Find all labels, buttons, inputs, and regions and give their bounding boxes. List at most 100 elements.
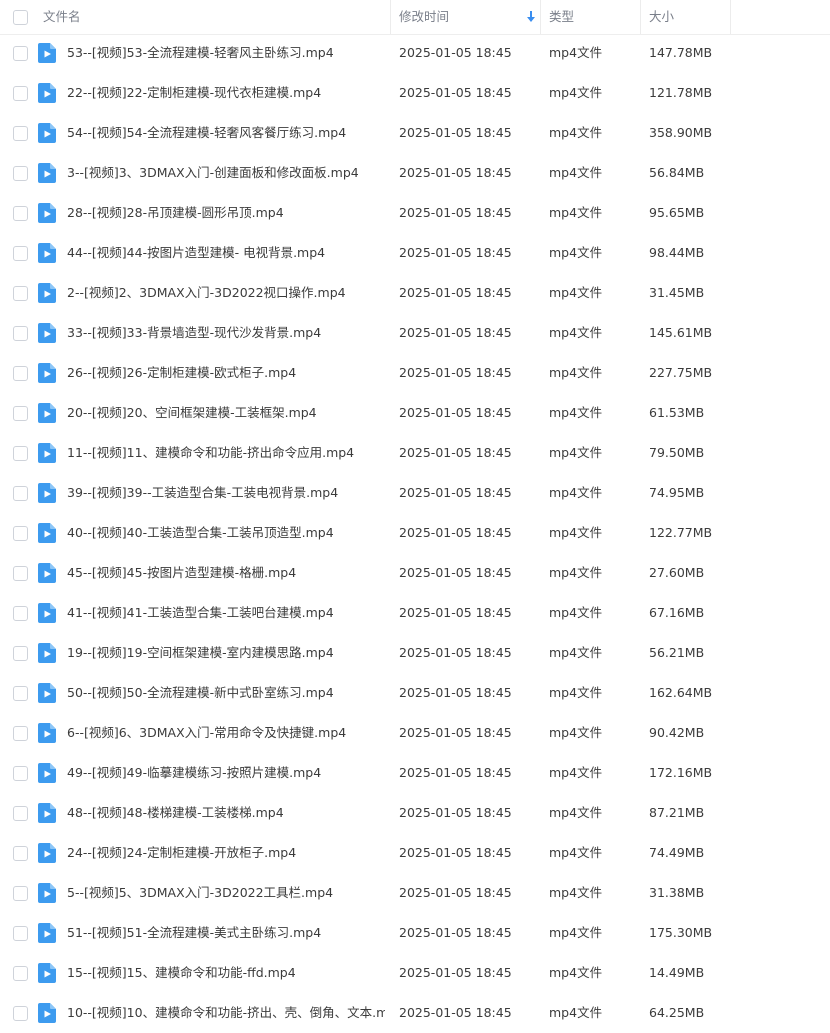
file-row[interactable]: 24--[视频]24-定制柜建模-开放柜子.mp4 2025-01-05 18:4… bbox=[0, 833, 830, 873]
file-row[interactable]: 2--[视频]2、3DMAX入门-3D2022视口操作.mp4 2025-01-0… bbox=[0, 273, 830, 313]
file-row[interactable]: 39--[视频]39--工装造型合集-工装电视背景.mp4 2025-01-05 … bbox=[0, 473, 830, 513]
file-name[interactable]: 10--[视频]10、建模命令和功能-挤出、壳、倒角、文本.m bbox=[67, 993, 385, 1033]
file-row[interactable]: 28--[视频]28-吊顶建模-圆形吊顶.mp4 2025-01-05 18:45… bbox=[0, 193, 830, 233]
row-checkbox[interactable] bbox=[13, 366, 28, 381]
file-name[interactable]: 39--[视频]39--工装造型合集-工装电视背景.mp4 bbox=[67, 473, 385, 513]
file-type: mp4文件 bbox=[549, 605, 603, 620]
file-modified-time: 2025-01-05 18:45 bbox=[399, 925, 512, 940]
file-row[interactable]: 50--[视频]50-全流程建模-新中式卧室练习.mp4 2025-01-05 1… bbox=[0, 673, 830, 713]
file-row[interactable]: 22--[视频]22-定制柜建模-现代衣柜建模.mp4 2025-01-05 18… bbox=[0, 73, 830, 113]
row-checkbox[interactable] bbox=[13, 646, 28, 661]
file-row[interactable]: 51--[视频]51-全流程建模-美式主卧练习.mp4 2025-01-05 18… bbox=[0, 913, 830, 953]
file-name[interactable]: 53--[视频]53-全流程建模-轻奢风主卧练习.mp4 bbox=[67, 33, 385, 73]
file-modified-time: 2025-01-05 18:45 bbox=[399, 725, 512, 740]
file-name[interactable]: 50--[视频]50-全流程建模-新中式卧室练习.mp4 bbox=[67, 673, 385, 713]
row-checkbox[interactable] bbox=[13, 486, 28, 501]
file-row[interactable]: 48--[视频]48-楼梯建模-工装楼梯.mp4 2025-01-05 18:45… bbox=[0, 793, 830, 833]
file-modified-time: 2025-01-05 18:45 bbox=[399, 845, 512, 860]
file-name[interactable]: 51--[视频]51-全流程建模-美式主卧练习.mp4 bbox=[67, 913, 385, 953]
file-name[interactable]: 54--[视频]54-全流程建模-轻奢风客餐厅练习.mp4 bbox=[67, 113, 385, 153]
row-checkbox[interactable] bbox=[13, 206, 28, 221]
file-row[interactable]: 3--[视频]3、3DMAX入门-创建面板和修改面板.mp4 2025-01-05… bbox=[0, 153, 830, 193]
row-checkbox[interactable] bbox=[13, 806, 28, 821]
column-header-size[interactable]: 大小 bbox=[649, 0, 674, 34]
video-file-icon bbox=[38, 163, 56, 183]
file-row[interactable]: 54--[视频]54-全流程建模-轻奢风客餐厅练习.mp4 2025-01-05 … bbox=[0, 113, 830, 153]
row-checkbox[interactable] bbox=[13, 126, 28, 141]
file-modified-time: 2025-01-05 18:45 bbox=[399, 525, 512, 540]
row-checkbox[interactable] bbox=[13, 686, 28, 701]
file-name[interactable]: 15--[视频]15、建模命令和功能-ffd.mp4 bbox=[67, 953, 385, 993]
file-name[interactable]: 48--[视频]48-楼梯建模-工装楼梯.mp4 bbox=[67, 793, 385, 833]
row-checkbox[interactable] bbox=[13, 846, 28, 861]
file-row[interactable]: 10--[视频]10、建模命令和功能-挤出、壳、倒角、文本.m 2025-01-0… bbox=[0, 993, 830, 1033]
file-name[interactable]: 3--[视频]3、3DMAX入门-创建面板和修改面板.mp4 bbox=[67, 153, 385, 193]
file-row[interactable]: 49--[视频]49-临摹建模练习-按照片建模.mp4 2025-01-05 18… bbox=[0, 753, 830, 793]
file-row[interactable]: 19--[视频]19-空间框架建模-室内建模思路.mp4 2025-01-05 1… bbox=[0, 633, 830, 673]
file-name[interactable]: 26--[视频]26-定制柜建模-欧式柜子.mp4 bbox=[67, 353, 385, 393]
row-checkbox[interactable] bbox=[13, 726, 28, 741]
row-checkbox[interactable] bbox=[13, 766, 28, 781]
file-name[interactable]: 41--[视频]41-工装造型合集-工装吧台建模.mp4 bbox=[67, 593, 385, 633]
file-row[interactable]: 33--[视频]33-背景墙造型-现代沙发背景.mp4 2025-01-05 18… bbox=[0, 313, 830, 353]
row-checkbox[interactable] bbox=[13, 446, 28, 461]
row-checkbox[interactable] bbox=[13, 326, 28, 341]
row-checkbox[interactable] bbox=[13, 1006, 28, 1021]
file-row[interactable]: 5--[视频]5、3DMAX入门-3D2022工具栏.mp4 2025-01-05… bbox=[0, 873, 830, 913]
row-checkbox[interactable] bbox=[13, 526, 28, 541]
file-name[interactable]: 33--[视频]33-背景墙造型-现代沙发背景.mp4 bbox=[67, 313, 385, 353]
file-name[interactable]: 22--[视频]22-定制柜建模-现代衣柜建模.mp4 bbox=[67, 73, 385, 113]
row-checkbox[interactable] bbox=[13, 606, 28, 621]
file-size: 95.65MB bbox=[649, 205, 705, 220]
file-size: 87.21MB bbox=[649, 805, 705, 820]
file-row[interactable]: 20--[视频]20、空间框架建模-工装框架.mp4 2025-01-05 18:… bbox=[0, 393, 830, 433]
file-name[interactable]: 19--[视频]19-空间框架建模-室内建模思路.mp4 bbox=[67, 633, 385, 673]
file-size: 227.75MB bbox=[649, 365, 713, 380]
file-row[interactable]: 26--[视频]26-定制柜建模-欧式柜子.mp4 2025-01-05 18:4… bbox=[0, 353, 830, 393]
file-modified-time: 2025-01-05 18:45 bbox=[399, 445, 512, 460]
file-name[interactable]: 11--[视频]11、建模命令和功能-挤出命令应用.mp4 bbox=[67, 433, 385, 473]
column-divider[interactable] bbox=[540, 0, 541, 34]
row-checkbox[interactable] bbox=[13, 926, 28, 941]
file-name[interactable]: 24--[视频]24-定制柜建模-开放柜子.mp4 bbox=[67, 833, 385, 873]
row-checkbox[interactable] bbox=[13, 46, 28, 61]
file-row[interactable]: 40--[视频]40-工装造型合集-工装吊顶造型.mp4 2025-01-05 1… bbox=[0, 513, 830, 553]
file-name[interactable]: 28--[视频]28-吊顶建模-圆形吊顶.mp4 bbox=[67, 193, 385, 233]
file-row[interactable]: 44--[视频]44-按图片造型建模- 电视背景.mp4 2025-01-05 1… bbox=[0, 233, 830, 273]
column-divider[interactable] bbox=[640, 0, 641, 34]
column-header-type[interactable]: 类型 bbox=[549, 0, 574, 34]
column-divider[interactable] bbox=[730, 0, 731, 34]
file-name[interactable]: 49--[视频]49-临摹建模练习-按照片建模.mp4 bbox=[67, 753, 385, 793]
file-name[interactable]: 20--[视频]20、空间框架建模-工装框架.mp4 bbox=[67, 393, 385, 433]
row-checkbox[interactable] bbox=[13, 286, 28, 301]
video-file-icon bbox=[38, 323, 56, 343]
file-name[interactable]: 40--[视频]40-工装造型合集-工装吊顶造型.mp4 bbox=[67, 513, 385, 553]
file-name[interactable]: 44--[视频]44-按图片造型建模- 电视背景.mp4 bbox=[67, 233, 385, 273]
file-name[interactable]: 5--[视频]5、3DMAX入门-3D2022工具栏.mp4 bbox=[67, 873, 385, 913]
row-checkbox[interactable] bbox=[13, 406, 28, 421]
file-row[interactable]: 53--[视频]53-全流程建模-轻奢风主卧练习.mp4 2025-01-05 1… bbox=[0, 33, 830, 73]
sort-down-arrow-icon[interactable] bbox=[526, 11, 536, 23]
file-row[interactable]: 6--[视频]6、3DMAX入门-常用命令及快捷键.mp4 2025-01-05 … bbox=[0, 713, 830, 753]
file-size: 56.84MB bbox=[649, 165, 705, 180]
row-checkbox[interactable] bbox=[13, 166, 28, 181]
file-row[interactable]: 15--[视频]15、建模命令和功能-ffd.mp4 2025-01-05 18:… bbox=[0, 953, 830, 993]
row-checkbox[interactable] bbox=[13, 566, 28, 581]
file-row[interactable]: 11--[视频]11、建模命令和功能-挤出命令应用.mp4 2025-01-05 … bbox=[0, 433, 830, 473]
file-modified-time: 2025-01-05 18:45 bbox=[399, 885, 512, 900]
select-all-checkbox[interactable] bbox=[13, 10, 28, 25]
file-size: 67.16MB bbox=[649, 605, 705, 620]
file-row[interactable]: 41--[视频]41-工装造型合集-工装吧台建模.mp4 2025-01-05 1… bbox=[0, 593, 830, 633]
file-name[interactable]: 2--[视频]2、3DMAX入门-3D2022视口操作.mp4 bbox=[67, 273, 385, 313]
row-checkbox[interactable] bbox=[13, 246, 28, 261]
column-header-modified[interactable]: 修改时间 bbox=[399, 0, 449, 34]
row-checkbox[interactable] bbox=[13, 86, 28, 101]
file-row[interactable]: 45--[视频]45-按图片造型建模-格栅.mp4 2025-01-05 18:4… bbox=[0, 553, 830, 593]
row-checkbox[interactable] bbox=[13, 966, 28, 981]
file-modified-time: 2025-01-05 18:45 bbox=[399, 125, 512, 140]
file-name[interactable]: 45--[视频]45-按图片造型建模-格栅.mp4 bbox=[67, 553, 385, 593]
file-name[interactable]: 6--[视频]6、3DMAX入门-常用命令及快捷键.mp4 bbox=[67, 713, 385, 753]
column-divider[interactable] bbox=[390, 0, 391, 34]
column-header-name[interactable]: 文件名 bbox=[43, 0, 81, 34]
row-checkbox[interactable] bbox=[13, 886, 28, 901]
